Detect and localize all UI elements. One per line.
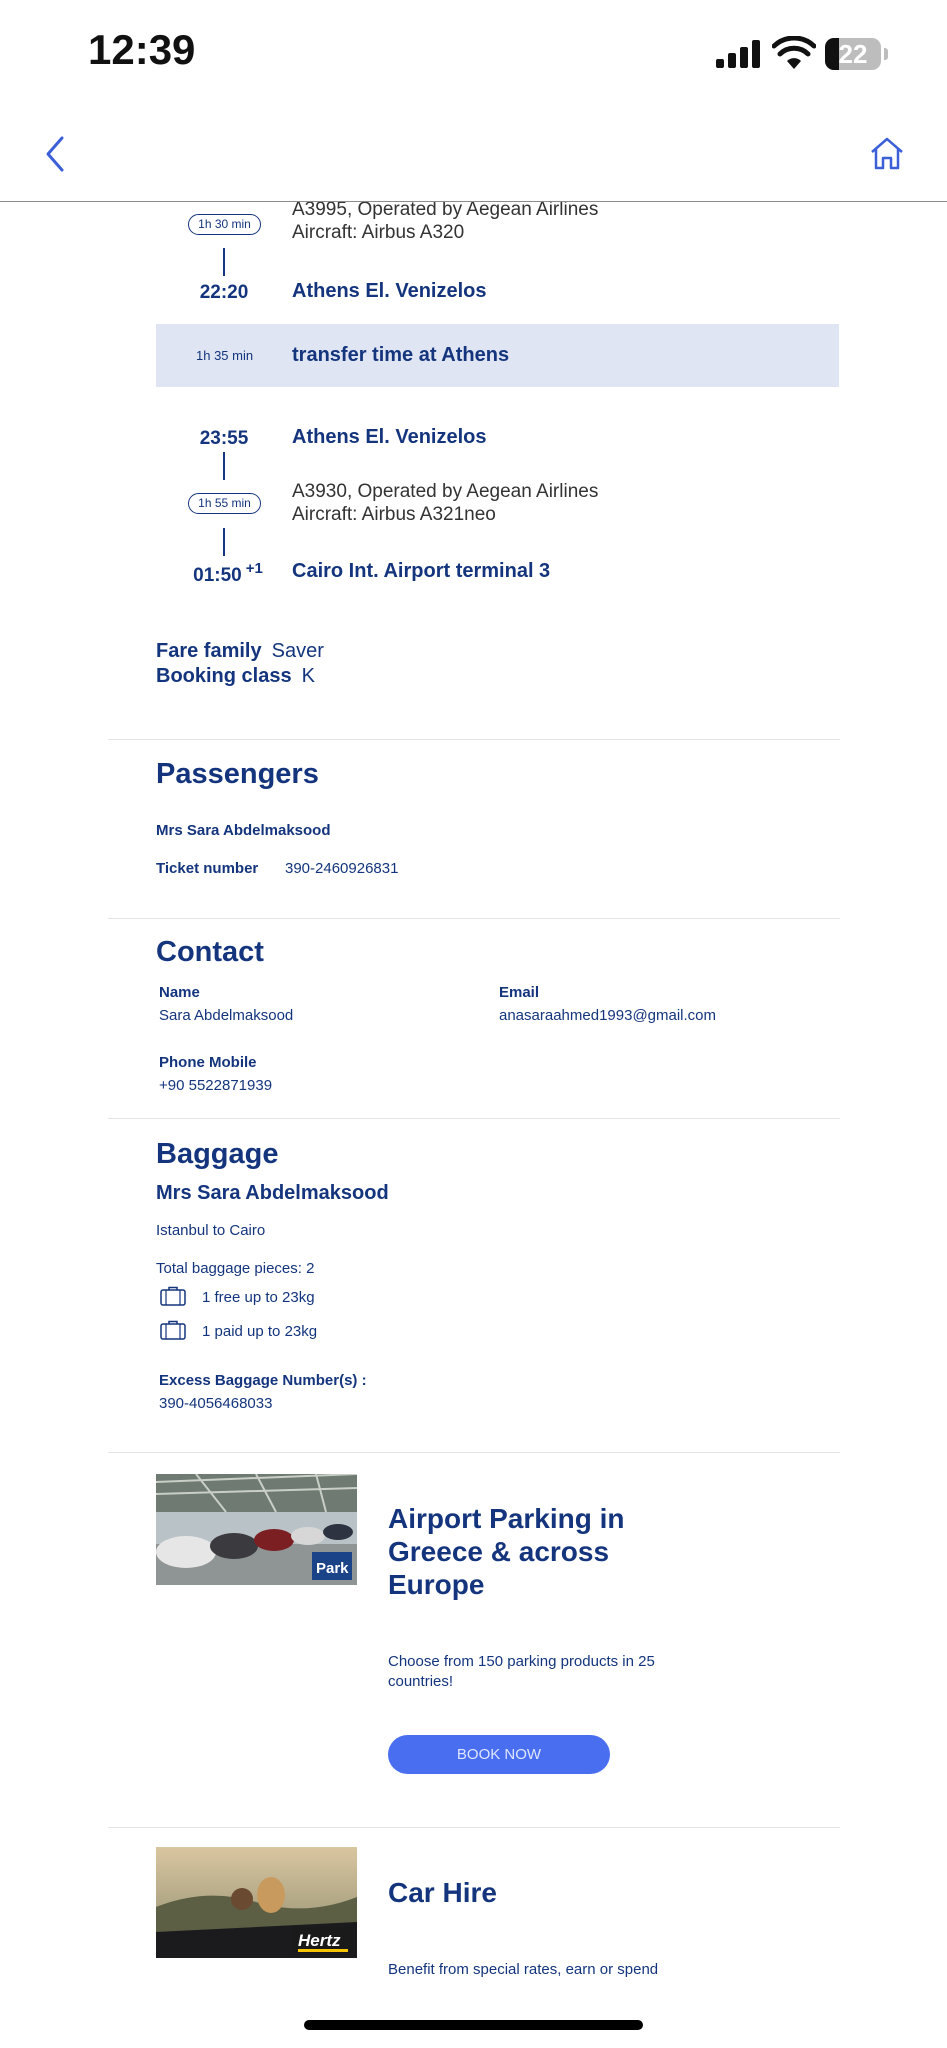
flight-operator: A3995, Operated by Aegean Airlines — [292, 202, 599, 220]
booking-class-value: K — [301, 665, 315, 687]
segment-duration: 1h 55 min — [188, 493, 261, 514]
contact-heading: Contact — [156, 936, 264, 968]
phone-label: Phone Mobile — [159, 1054, 257, 1071]
contact-name: Sara Abdelmaksood — [159, 1007, 294, 1024]
email-label: Email — [499, 984, 540, 1001]
departure-airport: Athens El. Venizelos — [292, 426, 487, 448]
departure-time: 23:55 — [199, 428, 249, 449]
timeline-line — [223, 248, 225, 276]
baggage-total: Total baggage pieces: 2 — [156, 1260, 315, 1277]
flight-info: A3995, Operated by Aegean Airlines Aircr… — [292, 202, 598, 244]
cellular-signal-icon — [716, 40, 762, 68]
car-hire-title: Car Hire — [388, 1877, 497, 1908]
transfer-duration: 1h 35 min — [196, 348, 254, 363]
baggage-route: Istanbul to Cairo — [156, 1222, 266, 1239]
parking-promo-image[interactable]: Park — [156, 1474, 357, 1585]
car-hire-text: Benefit from special rates, earn or spen… — [388, 1961, 659, 1978]
book-now-button[interactable]: BOOK NOW — [388, 1735, 610, 1774]
ticket-number-label: Ticket number — [156, 860, 259, 877]
battery-tip — [884, 48, 888, 60]
status-time: 12:39 — [88, 26, 196, 73]
suitcase-icon — [160, 1286, 186, 1306]
wifi-icon — [772, 36, 816, 69]
parking-promo-title: Airport Parking in Greece & across Europ… — [388, 1503, 625, 1600]
battery-icon: 22 — [825, 38, 881, 70]
timeline-line — [223, 452, 225, 480]
booking-class-label: Booking class — [156, 665, 292, 687]
hertz-logo: Hertz — [298, 1931, 341, 1950]
passengers-heading: Passengers — [156, 758, 319, 790]
baggage-passenger: Mrs Sara Abdelmaksood — [156, 1182, 389, 1204]
arrival-time: 01:50 — [193, 565, 242, 586]
flight-info: A3930, Operated by Aegean Airlines Aircr… — [292, 480, 598, 526]
park-logo: Park — [316, 1560, 349, 1577]
divider — [108, 918, 840, 919]
parking-promo-text: Choose from 150 parking products in 25 c… — [388, 1653, 655, 1690]
nav-bar — [0, 110, 947, 202]
ticket-number: 390-2460926831 — [285, 860, 399, 877]
home-icon[interactable] — [868, 134, 906, 174]
booking-class-row: Booking class K — [156, 665, 315, 688]
baggage-heading: Baggage — [156, 1138, 279, 1170]
aircraft-type: Aircraft: Airbus A320 — [292, 222, 465, 243]
status-bar: 12:39 22 — [0, 0, 947, 110]
arrival-time-cell: 01:50 +1 — [184, 560, 272, 587]
contact-name-label: Name — [159, 984, 200, 1001]
segment-duration: 1h 30 min — [188, 214, 261, 235]
divider — [108, 1452, 840, 1453]
divider — [108, 739, 840, 740]
back-chevron-icon[interactable] — [38, 132, 72, 176]
aircraft-type: Aircraft: Airbus A321neo — [292, 504, 496, 525]
transfer-banner: 1h 35 min transfer time at Athens — [156, 324, 839, 387]
arrival-airport: Cairo Int. Airport terminal 3 — [292, 560, 551, 582]
email-value: anasaraahmed1993@gmail.com — [499, 1007, 717, 1024]
suitcase-icon — [160, 1320, 186, 1340]
excess-baggage-number: 390-4056468033 — [159, 1395, 273, 1412]
excess-baggage-label: Excess Baggage Number(s) : — [159, 1372, 367, 1389]
passenger-name: Mrs Sara Abdelmaksood — [156, 822, 331, 839]
phone-value: +90 5522871939 — [159, 1077, 273, 1094]
fare-family-value: Saver — [271, 640, 324, 662]
divider — [108, 1118, 840, 1119]
booking-details: 1h 30 min A3995, Operated by Aegean Airl… — [0, 202, 947, 1982]
fare-family-label: Fare family — [156, 640, 262, 662]
day-offset: +1 — [245, 560, 263, 577]
flight-operator: A3930, Operated by Aegean Airlines — [292, 481, 599, 502]
car-hire-promo-image[interactable]: Hertz — [156, 1847, 357, 1958]
timeline-line — [223, 528, 225, 556]
divider — [108, 1827, 840, 1828]
baggage-item: 1 free up to 23kg — [202, 1289, 315, 1306]
battery-level: 22 — [838, 39, 868, 69]
transfer-label: transfer time at Athens — [292, 344, 510, 366]
fare-family-row: Fare family Saver — [156, 640, 324, 663]
home-indicator — [304, 2020, 643, 2030]
arrival-airport: Athens El. Venizelos — [292, 280, 487, 302]
arrival-time: 22:20 — [199, 282, 249, 303]
baggage-item: 1 paid up to 23kg — [202, 1323, 318, 1340]
